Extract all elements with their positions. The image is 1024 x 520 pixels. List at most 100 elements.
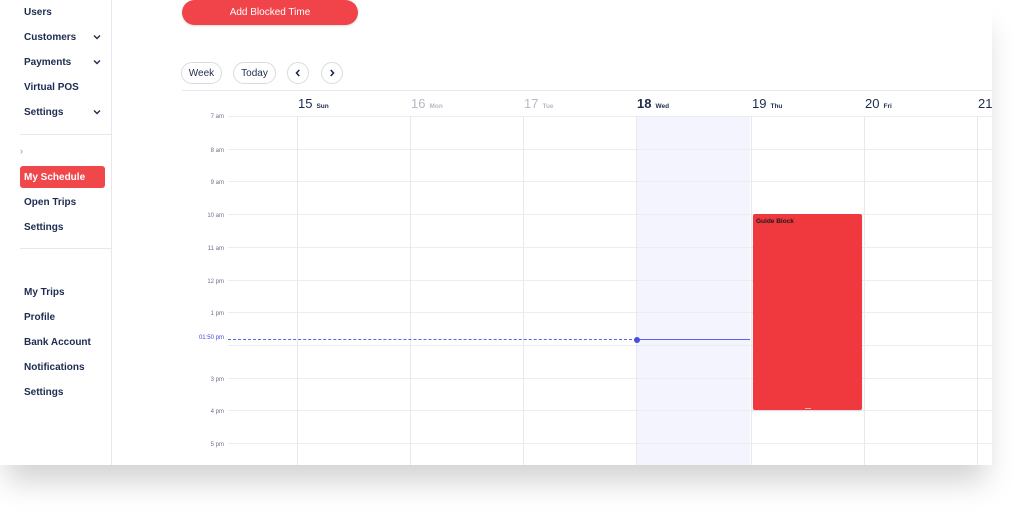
day-number: 18 bbox=[637, 96, 652, 111]
current-time-dot bbox=[634, 336, 640, 343]
hour-gridline bbox=[228, 116, 992, 117]
schedule-main: Add Blocked Time Week Today 15 Sun 16 Mon 17… bbox=[112, 0, 992, 465]
day-header-thu[interactable]: 19 Thu bbox=[752, 96, 782, 114]
day-number: 15 bbox=[298, 96, 313, 111]
current-time-label: 01:50 pm bbox=[198, 335, 224, 342]
sidebar-item-users[interactable]: Users bbox=[20, 1, 106, 23]
sidebar-item-bank-account[interactable]: Bank Account bbox=[20, 331, 106, 353]
day-number: 20 bbox=[865, 96, 880, 111]
sidebar-item-payments[interactable]: Payments bbox=[20, 51, 106, 73]
day-column-divider bbox=[410, 116, 411, 465]
app-window: Users Customers Payments Virtual POS Set… bbox=[0, 0, 992, 465]
weekday-label: Tue bbox=[542, 103, 554, 110]
today-column-highlight bbox=[637, 116, 750, 465]
day-header-fri[interactable]: 20 Fri bbox=[865, 96, 892, 114]
sidebar-item-label: Users bbox=[24, 6, 52, 18]
chevron-right-icon bbox=[330, 69, 335, 77]
day-header-tue[interactable]: 17 Tue bbox=[524, 96, 554, 114]
sidebar-item-settings-guide[interactable]: Settings bbox=[20, 216, 106, 238]
sidebar-item-notifications[interactable]: Notifications bbox=[20, 356, 106, 378]
sidebar-item-label: Bank Account bbox=[24, 336, 91, 348]
calendar-header-divider bbox=[182, 90, 992, 91]
hour-gridline bbox=[228, 148, 992, 150]
day-number: 21 bbox=[978, 96, 992, 111]
sidebar-item-label: Virtual POS bbox=[24, 81, 79, 93]
day-column-divider bbox=[523, 116, 524, 465]
sidebar-item-settings-account[interactable]: Settings bbox=[20, 381, 106, 403]
sidebar-item-label: Customers bbox=[24, 31, 77, 43]
hour-label: 10 am bbox=[207, 213, 224, 220]
current-time-line-past bbox=[228, 339, 637, 341]
day-number: 17 bbox=[524, 96, 539, 111]
sidebar-item-settings-admin[interactable]: Settings bbox=[20, 101, 106, 123]
weekday-label: Mon bbox=[429, 103, 443, 110]
chevron-down-icon bbox=[93, 35, 101, 40]
calendar-grid: 7 am8 am9 am10 am11 am12 pm1 pm2 pm3 pm4… bbox=[182, 114, 992, 465]
sidebar-item-open-trips[interactable]: Open Trips bbox=[20, 191, 106, 213]
hour-gridline bbox=[228, 279, 992, 281]
hour-gridline bbox=[228, 377, 992, 379]
day-header-wed[interactable]: 18 Wed bbox=[637, 96, 669, 114]
hour-label: 9 am bbox=[210, 180, 224, 187]
sidebar-divider bbox=[20, 134, 111, 135]
day-column-divider bbox=[297, 116, 298, 465]
event-resize-handle[interactable] bbox=[804, 408, 811, 410]
sidebar-item-label: Settings bbox=[24, 106, 64, 118]
hour-gridline bbox=[228, 312, 992, 314]
sidebar-item-my-trips[interactable]: My Trips bbox=[20, 281, 106, 303]
sidebar-divider bbox=[20, 248, 111, 249]
day-column-divider bbox=[636, 116, 637, 465]
event-title: Guide Block bbox=[756, 218, 794, 226]
day-header-mon[interactable]: 16 Mon bbox=[411, 96, 443, 114]
add-blocked-time-button[interactable]: Add Blocked Time bbox=[182, 0, 358, 25]
hour-gridline bbox=[228, 246, 992, 248]
weekday-label: Thu bbox=[770, 103, 783, 110]
prev-week-button[interactable] bbox=[287, 62, 309, 84]
hour-label: 7 am bbox=[210, 114, 224, 120]
chevron-down-icon bbox=[93, 110, 101, 115]
day-column-divider bbox=[977, 116, 978, 465]
sidebar-item-label: Open Trips bbox=[24, 196, 77, 208]
hour-label: 3 pm bbox=[210, 376, 224, 383]
hour-gridline bbox=[228, 181, 992, 183]
section-marker: › bbox=[20, 146, 23, 156]
sidebar-item-label: My Schedule bbox=[24, 171, 86, 183]
hour-gridline bbox=[228, 214, 992, 216]
next-week-button[interactable] bbox=[321, 62, 343, 84]
sidebar-item-customers[interactable]: Customers bbox=[20, 26, 106, 48]
weekday-label: Sun bbox=[316, 103, 329, 110]
hour-label: 8 am bbox=[210, 147, 224, 154]
current-time-line bbox=[637, 339, 750, 341]
sidebar-item-label: Profile bbox=[24, 311, 56, 323]
sidebar-item-label: Settings bbox=[24, 221, 64, 233]
chevron-down-icon bbox=[93, 60, 101, 65]
weekday-label: Fri bbox=[883, 103, 892, 110]
day-number: 19 bbox=[752, 96, 767, 111]
sidebar-item-my-schedule[interactable]: My Schedule bbox=[20, 166, 105, 188]
sidebar-item-label: Payments bbox=[24, 56, 72, 68]
sidebar-item-label: Notifications bbox=[24, 361, 85, 373]
sidebar-item-label: Settings bbox=[24, 386, 64, 398]
sidebar: Users Customers Payments Virtual POS Set… bbox=[0, 0, 112, 465]
day-header-sun[interactable]: 15 Sun bbox=[298, 96, 329, 114]
hour-label: 5 pm bbox=[210, 442, 224, 448]
sidebar-item-label: My Trips bbox=[24, 286, 65, 298]
day-header-sat[interactable]: 21Sat bbox=[978, 96, 992, 114]
sidebar-item-profile[interactable]: Profile bbox=[20, 306, 106, 328]
hour-label: 12 pm bbox=[207, 278, 224, 285]
day-column-divider bbox=[864, 116, 865, 465]
hour-label: 11 am bbox=[207, 245, 224, 252]
blocked-time-event[interactable]: Guide Block bbox=[753, 214, 862, 411]
hour-gridline bbox=[228, 443, 992, 444]
view-week-button[interactable]: Week bbox=[181, 62, 222, 84]
day-number: 16 bbox=[411, 96, 426, 111]
hour-label: 1 pm bbox=[210, 311, 224, 318]
chevron-left-icon bbox=[295, 69, 300, 77]
hour-gridline bbox=[228, 410, 992, 412]
hour-label: 4 pm bbox=[210, 409, 224, 416]
sidebar-item-virtual-pos[interactable]: Virtual POS bbox=[20, 76, 106, 98]
today-button[interactable]: Today bbox=[233, 62, 276, 84]
day-column-divider bbox=[751, 116, 752, 465]
weekday-label: Wed bbox=[655, 103, 670, 110]
hour-gridline bbox=[228, 344, 992, 346]
